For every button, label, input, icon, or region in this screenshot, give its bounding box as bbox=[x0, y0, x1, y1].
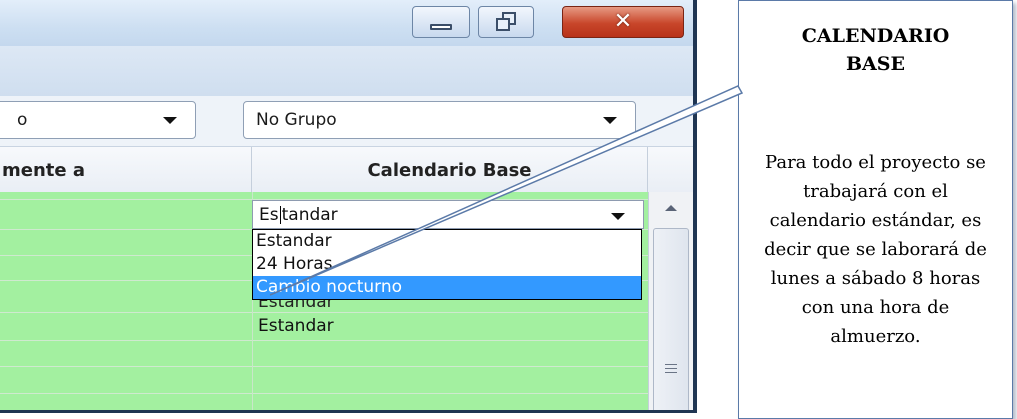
callout-pointer-arrow bbox=[269, 85, 744, 296]
callout-pointer bbox=[269, 85, 744, 296]
